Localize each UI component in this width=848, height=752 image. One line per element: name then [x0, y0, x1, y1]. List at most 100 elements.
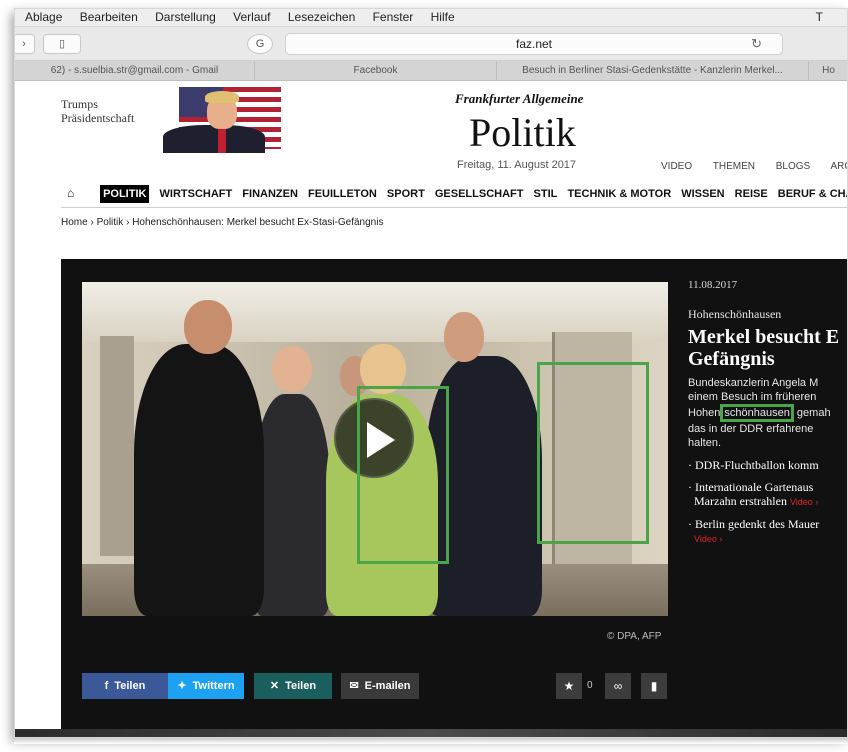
faz-logo-wordmark[interactable]: Frankfurter Allgemeine	[455, 91, 583, 107]
highlighted-word: schönhausen	[720, 404, 794, 422]
tab-merkel-article[interactable]: Besuch in Berliner Stasi-Gedenkstätte - …	[497, 61, 809, 81]
related-link-1[interactable]: · DDR-Fluchtballon komm	[688, 458, 847, 472]
topnav-themen[interactable]: THEMEN	[713, 161, 755, 172]
article-teaser: 11.08.2017 Hohenschönhausen Merkel besuc…	[688, 279, 847, 546]
person-suit	[163, 125, 265, 153]
menu-lesezeichen[interactable]: Lesezeichen	[288, 10, 355, 24]
share-facebook-label: Teilen	[114, 680, 146, 692]
article-summary: Bundeskanzlerin Angela M einem Besuch im…	[688, 376, 847, 450]
summary-line: einem Besuch im früheren	[688, 391, 817, 403]
text-input-tray-icon[interactable]: T	[816, 10, 823, 24]
article-date: 11.08.2017	[688, 279, 738, 291]
related-title-line2: Marzahn erstrahlen Video ›	[694, 494, 819, 508]
article-video-block: © DPA, AFP f Teilen ✦ Twittern ✕ Teilen ✉ E-…	[61, 259, 847, 729]
copy-link-button[interactable]: ∞	[605, 673, 631, 699]
ressort-politik[interactable]: POLITIK	[100, 185, 150, 203]
topnav-video[interactable]: VIDEO	[661, 161, 692, 172]
menu-hilfe[interactable]: Hilfe	[431, 10, 455, 24]
forward-button[interactable]: ›	[15, 34, 35, 54]
breadcrumb-separator: ›	[126, 217, 130, 228]
article-title-line: Gefängnis	[688, 348, 775, 370]
share-facebook-button[interactable]: f Teilen	[82, 673, 168, 699]
summary-line: das in der DDR erfahrene	[688, 423, 814, 435]
breadcrumb-home[interactable]: Home	[61, 217, 88, 228]
tab-bar: 62) - s.suelbia.str@gmail.com - Gmail Fa…	[15, 61, 847, 81]
breadcrumb-separator: ›	[90, 217, 94, 228]
article-photo[interactable]	[82, 282, 668, 616]
topnav-archiv[interactable]: ARC	[830, 161, 847, 172]
extension-button[interactable]: G	[247, 34, 273, 54]
bookmark-icon: ▮	[650, 679, 658, 693]
menu-ablage[interactable]: Ablage	[25, 10, 62, 24]
menu-bar: Ablage Bearbeiten Darstellung Verlauf Le…	[15, 9, 847, 27]
save-article-button[interactable]: ▮	[641, 673, 667, 699]
summary-text: Hohen	[688, 407, 721, 419]
menu-fenster[interactable]: Fenster	[373, 10, 414, 24]
home-icon[interactable]: ⌂	[67, 186, 81, 200]
browser-toolbar: › ▯ G faz.net ↻	[15, 27, 847, 61]
reload-icon[interactable]: ↻	[751, 34, 762, 54]
ressort-feuilleton[interactable]: FEUILLETON	[308, 185, 377, 203]
ressort-gesellschaft[interactable]: GESELLSCHAFT	[435, 185, 524, 203]
star-icon: ★	[563, 679, 575, 693]
ressort-wirtschaft[interactable]: WIRTSCHAFT	[160, 185, 233, 203]
xing-icon: ✕	[269, 680, 280, 692]
web-page: Trumps Präsidentschaft Frankfurter Allge…	[15, 81, 847, 737]
person-guide-black-shirt	[134, 344, 264, 616]
teaser-text: Trumps Präsidentschaft	[61, 97, 135, 125]
article-title[interactable]: Merkel besucht E Gefängnis	[688, 326, 847, 370]
tab-more[interactable]: Ho	[809, 61, 847, 81]
breadcrumb-politik[interactable]: Politik	[97, 217, 124, 228]
bookmark-star-button[interactable]: ★	[556, 673, 582, 699]
tab-facebook[interactable]: Facebook	[255, 61, 497, 81]
summary-line: Bundeskanzlerin Angela M	[688, 377, 819, 389]
share-twitter-label: Twittern	[192, 680, 235, 692]
summary-line: Hohen schönhausen gemah	[688, 404, 847, 422]
menu-darstellung[interactable]: Darstellung	[155, 10, 216, 24]
cell-door-left	[100, 336, 134, 556]
person-head	[272, 346, 312, 392]
related-link-3[interactable]: · Berlin gedenkt des Mauer Video ›	[688, 517, 847, 546]
related-title: · Internationale Gartenaus	[688, 480, 814, 494]
page-bottom-strip	[15, 729, 847, 737]
share-email-label: E-mailen	[364, 680, 411, 692]
topnav-blogs[interactable]: BLOGS	[776, 161, 810, 172]
top-navigation: VIDEO THEMEN BLOGS ARC	[661, 161, 847, 172]
ressort-reise[interactable]: REISE	[735, 185, 768, 203]
tab-gmail[interactable]: 62) - s.suelbia.str@gmail.com - Gmail	[15, 61, 255, 81]
link-icon: ∞	[613, 679, 623, 693]
teaser-link-trump[interactable]: Trumps Präsidentschaft	[61, 83, 134, 125]
share-xing-button[interactable]: ✕ Teilen	[254, 673, 332, 699]
sidebar-button[interactable]: ▯	[43, 34, 81, 54]
person-tie	[218, 127, 226, 153]
nav-divider	[61, 207, 847, 208]
menu-verlauf[interactable]: Verlauf	[233, 10, 270, 24]
twitter-bird-icon: ✦	[177, 680, 187, 692]
video-tag[interactable]: Video ›	[790, 497, 818, 507]
menu-bearbeiten[interactable]: Bearbeiten	[80, 10, 138, 24]
ressort-technik-motor[interactable]: TECHNIK & MOTOR	[567, 185, 671, 203]
ressort-navigation: ⌂ POLITIK WIRTSCHAFT FINANZEN FEUILLETON…	[61, 185, 847, 205]
related-link-2[interactable]: · Internationale Gartenaus Marzahn erstr…	[688, 480, 847, 509]
ressort-wissen[interactable]: WISSEN	[681, 185, 724, 203]
sidebar-icon: ▯	[58, 38, 66, 50]
related-title: · DDR-Fluchtballon komm	[688, 458, 819, 472]
share-xing-label: Teilen	[285, 680, 317, 692]
ressort-stil[interactable]: STIL	[534, 185, 558, 203]
ressort-beruf-chance[interactable]: BERUF & CHA	[778, 185, 847, 203]
teaser-image-trump[interactable]	[163, 87, 281, 153]
ressort-sport[interactable]: SPORT	[387, 185, 425, 203]
related-video-line: Video ›	[688, 531, 847, 546]
header-date: Freitag, 11. August 2017	[457, 159, 577, 171]
video-tag[interactable]: Video ›	[694, 534, 722, 544]
person-woman-white-shirt	[254, 394, 330, 616]
ressort-finanzen[interactable]: FINANZEN	[242, 185, 298, 203]
extension-g-icon: G	[255, 38, 265, 50]
highlight-box-cell-door	[537, 362, 649, 544]
share-twitter-button[interactable]: ✦ Twittern	[168, 673, 244, 699]
share-email-button[interactable]: ✉ E-mailen	[341, 673, 419, 699]
summary-text: gemah	[793, 407, 831, 419]
frame-shadow	[14, 738, 848, 744]
section-logo-title[interactable]: Politik	[469, 109, 576, 156]
address-bar[interactable]: faz.net ↻	[285, 33, 783, 55]
